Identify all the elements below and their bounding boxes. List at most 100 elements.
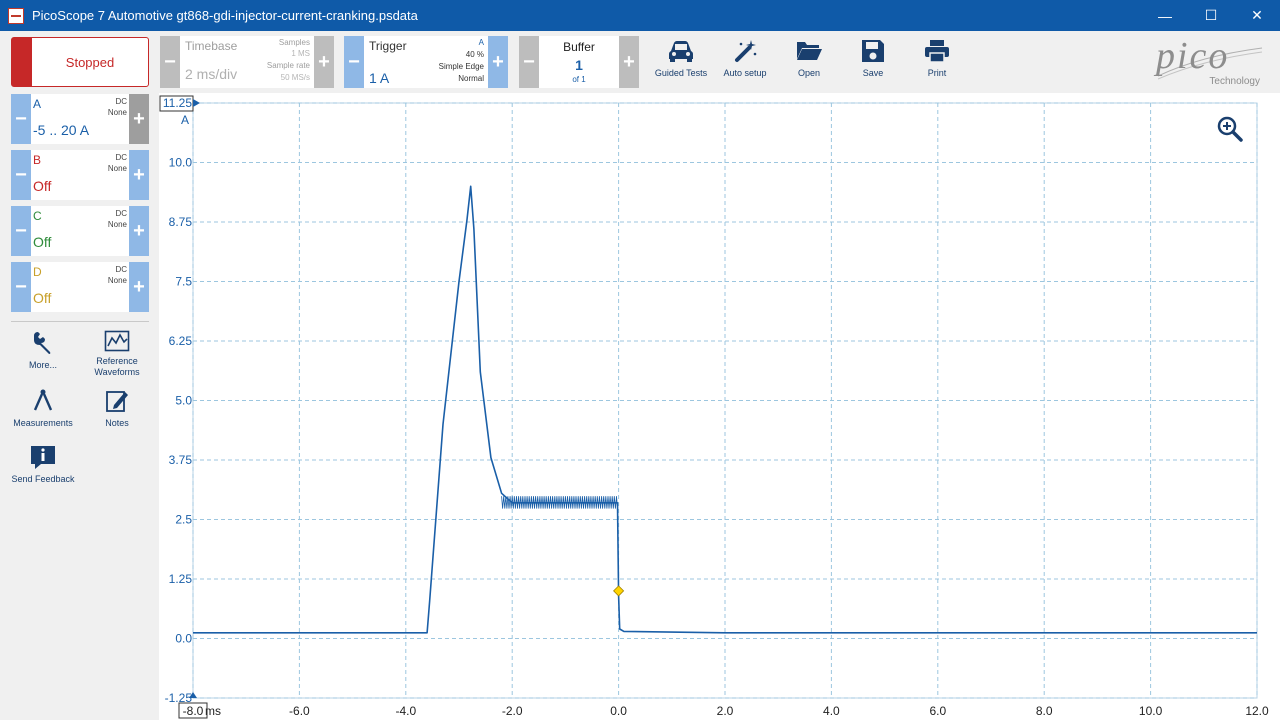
y-tick-label: 10.0 [169,156,193,170]
trigger-control: − Trigger 1 A A 40 % Simple Edge Normal … [344,36,508,88]
trigger-increase-button[interactable]: + [488,36,508,88]
feedback-label: Send Feedback [11,474,75,484]
print-button[interactable]: Print [905,36,969,88]
axis-arrow-top [193,99,200,107]
notes-button[interactable]: Notes [82,388,152,429]
x-tick-label: 10.0 [1139,704,1163,718]
pico-logo: pico Technology [1150,35,1270,90]
compass-icon [33,389,53,411]
channel-c-mode[interactable]: DC None [108,208,127,230]
channel-a-ripple [501,496,618,509]
x-tick-label: -4.0 [395,704,416,718]
print-label: Print [927,68,947,78]
x-tick-label: -8.0 [183,704,204,718]
send-feedback-button[interactable]: Send Feedback [8,444,78,485]
more-button[interactable]: More... [8,330,78,371]
trigger-value[interactable]: 1 A [369,70,389,86]
close-button[interactable]: ✕ [1234,0,1280,31]
timebase-value[interactable]: 2 ms/div [185,66,237,82]
printer-icon [925,40,949,63]
scope-plot[interactable]: -1.250.01.252.53.755.06.257.58.7510.011.… [159,93,1280,720]
sample-rate-value[interactable]: 50 MS/s [281,73,310,82]
maximize-button[interactable]: ☐ [1188,0,1234,31]
channel-b-increase-button[interactable]: + [129,150,149,200]
waveform-chart-icon [104,330,130,352]
channel-d-panel: − D DC None Off + [11,262,149,312]
buffer-next-button[interactable]: + [619,36,639,88]
trigger-decrease-button[interactable]: − [344,36,364,88]
x-tick-label: 6.0 [929,704,946,718]
trigger-mode[interactable]: Normal [458,74,484,83]
x-tick-label: 4.0 [823,704,840,718]
timebase-increase-button[interactable]: + [314,36,334,88]
channel-a-increase-button[interactable]: + [129,94,149,144]
channel-c-increase-button[interactable]: + [129,206,149,256]
timebase-label: Timebase [185,39,238,53]
y-unit-label: A [181,113,189,127]
y-tick-label: 1.25 [169,572,193,586]
side-divider [11,321,149,322]
save-label: Save [862,68,884,78]
y-tick-label: 6.25 [169,334,193,348]
window-title: PicoScope 7 Automotive gt868-gdi-injecto… [32,8,418,23]
trigger-channel[interactable]: A [479,38,484,47]
logo-word: pico [1156,35,1230,77]
channel-b-decrease-button[interactable]: − [11,150,31,200]
channel-d-decrease-button[interactable]: − [11,262,31,312]
run-stop-button[interactable]: Stopped [11,37,149,87]
channel-d-name: D [33,265,42,279]
x-tick-label: 0.0 [610,704,627,718]
measurements-button[interactable]: Measurements [8,388,78,429]
trigger-label: Trigger [369,39,407,53]
channel-b-range[interactable]: Off [33,178,51,194]
channel-c-range[interactable]: Off [33,234,51,250]
open-button[interactable]: Open [777,36,841,88]
more-label: More... [28,360,57,370]
channel-a-mode[interactable]: DC None [108,96,127,118]
reference-waveforms-button[interactable]: Reference Waveforms [82,330,152,378]
folder-icon [797,42,822,60]
wrench-icon [34,332,51,354]
timebase-control: − Timebase 2 ms/div Samples 1 MS Sample … [160,36,334,88]
y-tick-label: 7.5 [175,275,192,289]
y-tick-label: 5.0 [175,394,192,408]
y-tick-label: 2.5 [175,513,192,527]
car-icon [669,41,693,62]
x-tick-label: 8.0 [1036,704,1053,718]
reference-label-1: Reference [96,356,138,366]
timebase-decrease-button[interactable]: − [160,36,180,88]
reference-label-2: Waveforms [94,367,140,377]
trigger-marker[interactable] [613,585,625,597]
zoom-icon[interactable] [1216,115,1244,143]
auto-setup-button[interactable]: Auto setup [713,36,777,88]
channel-d-range[interactable]: Off [33,290,51,306]
guided-tests-button[interactable]: Guided Tests [649,36,713,88]
samples-value[interactable]: 1 MS [291,49,310,58]
scope-view[interactable]: -1.25 0.0 1.25 2.5 3.75 5.0 6.25 7.5 8.75 10.0 11.… [159,93,1280,720]
channel-b-name: B [33,153,42,167]
buffer-previous-button[interactable]: − [519,36,539,88]
channel-a-decrease-button[interactable]: − [11,94,31,144]
channel-a-range[interactable]: -5 .. 20 A [33,122,89,138]
measurements-label: Measurements [13,418,73,428]
channel-d-increase-button[interactable]: + [129,262,149,312]
title-bar: PicoScope 7 Automotive gt868-gdi-injecto… [0,0,1280,31]
channel-d-mode[interactable]: DC None [108,264,127,286]
run-stop-label: Stopped [65,54,115,70]
buffer-value[interactable]: 1 [539,57,619,73]
samples-label: Samples [278,38,310,47]
buffer-control: − Buffer 1 of 1 + [519,36,639,88]
save-button[interactable]: Save [841,36,905,88]
trigger-type[interactable]: Simple Edge [439,62,484,71]
buffer-label: Buffer [563,40,595,54]
channel-b-mode[interactable]: DC None [108,152,127,174]
channel-c-panel: − C DC None Off + [11,206,149,256]
trigger-position[interactable]: 40 % [466,50,484,59]
open-label: Open [797,68,821,78]
channel-c-decrease-button[interactable]: − [11,206,31,256]
minimize-button[interactable]: — [1142,0,1188,31]
note-edit-icon [106,391,128,412]
auto-setup-label: Auto setup [723,68,767,78]
y-tick-label: 8.75 [169,215,193,229]
notes-label: Notes [105,418,129,428]
